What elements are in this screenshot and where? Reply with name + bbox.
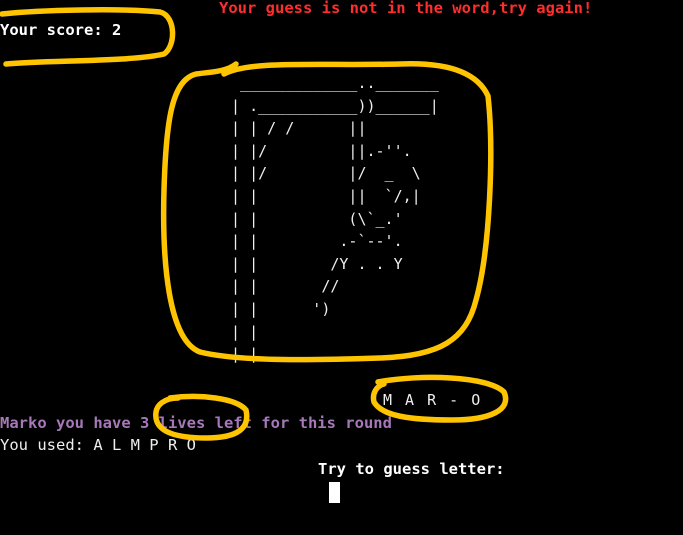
ascii-art-line: | | .-`--'. (222, 232, 403, 251)
error-message: Your guess is not in the word,try again! (219, 0, 593, 17)
guess-prompt: Try to guess letter: (318, 460, 505, 478)
ascii-art-line: | | (222, 345, 259, 364)
used-letters: You used: A L M P R O (0, 436, 196, 454)
score-display: Your score: 2 (0, 21, 122, 39)
ascii-art-line: _____________.._______ (222, 74, 439, 92)
ascii-art-line: | | // (222, 277, 340, 296)
ascii-art-line: | | / / || (222, 119, 367, 138)
ascii-art-line: | | /Y . . Y (222, 254, 403, 273)
ascii-art-line: | | || `/,| (222, 186, 421, 205)
lives-remaining-message: Marko you have 3 lives left for this rou… (0, 414, 392, 432)
ascii-art-line: | .___________))______| (222, 96, 439, 115)
ascii-art-line: | | ') (222, 299, 331, 318)
word-progress: M A R - O (383, 391, 483, 409)
text-cursor[interactable] (329, 482, 340, 503)
ascii-art-line: | | (222, 322, 259, 341)
hangman-ascii-art: _____________.._______ | .___________))_… (222, 72, 439, 366)
ascii-art-line: | |/ |/ _ \ (222, 164, 421, 183)
ascii-art-line: | | (\`_.' (222, 209, 403, 228)
ascii-art-line: | |/ ||.-''. (222, 141, 412, 160)
